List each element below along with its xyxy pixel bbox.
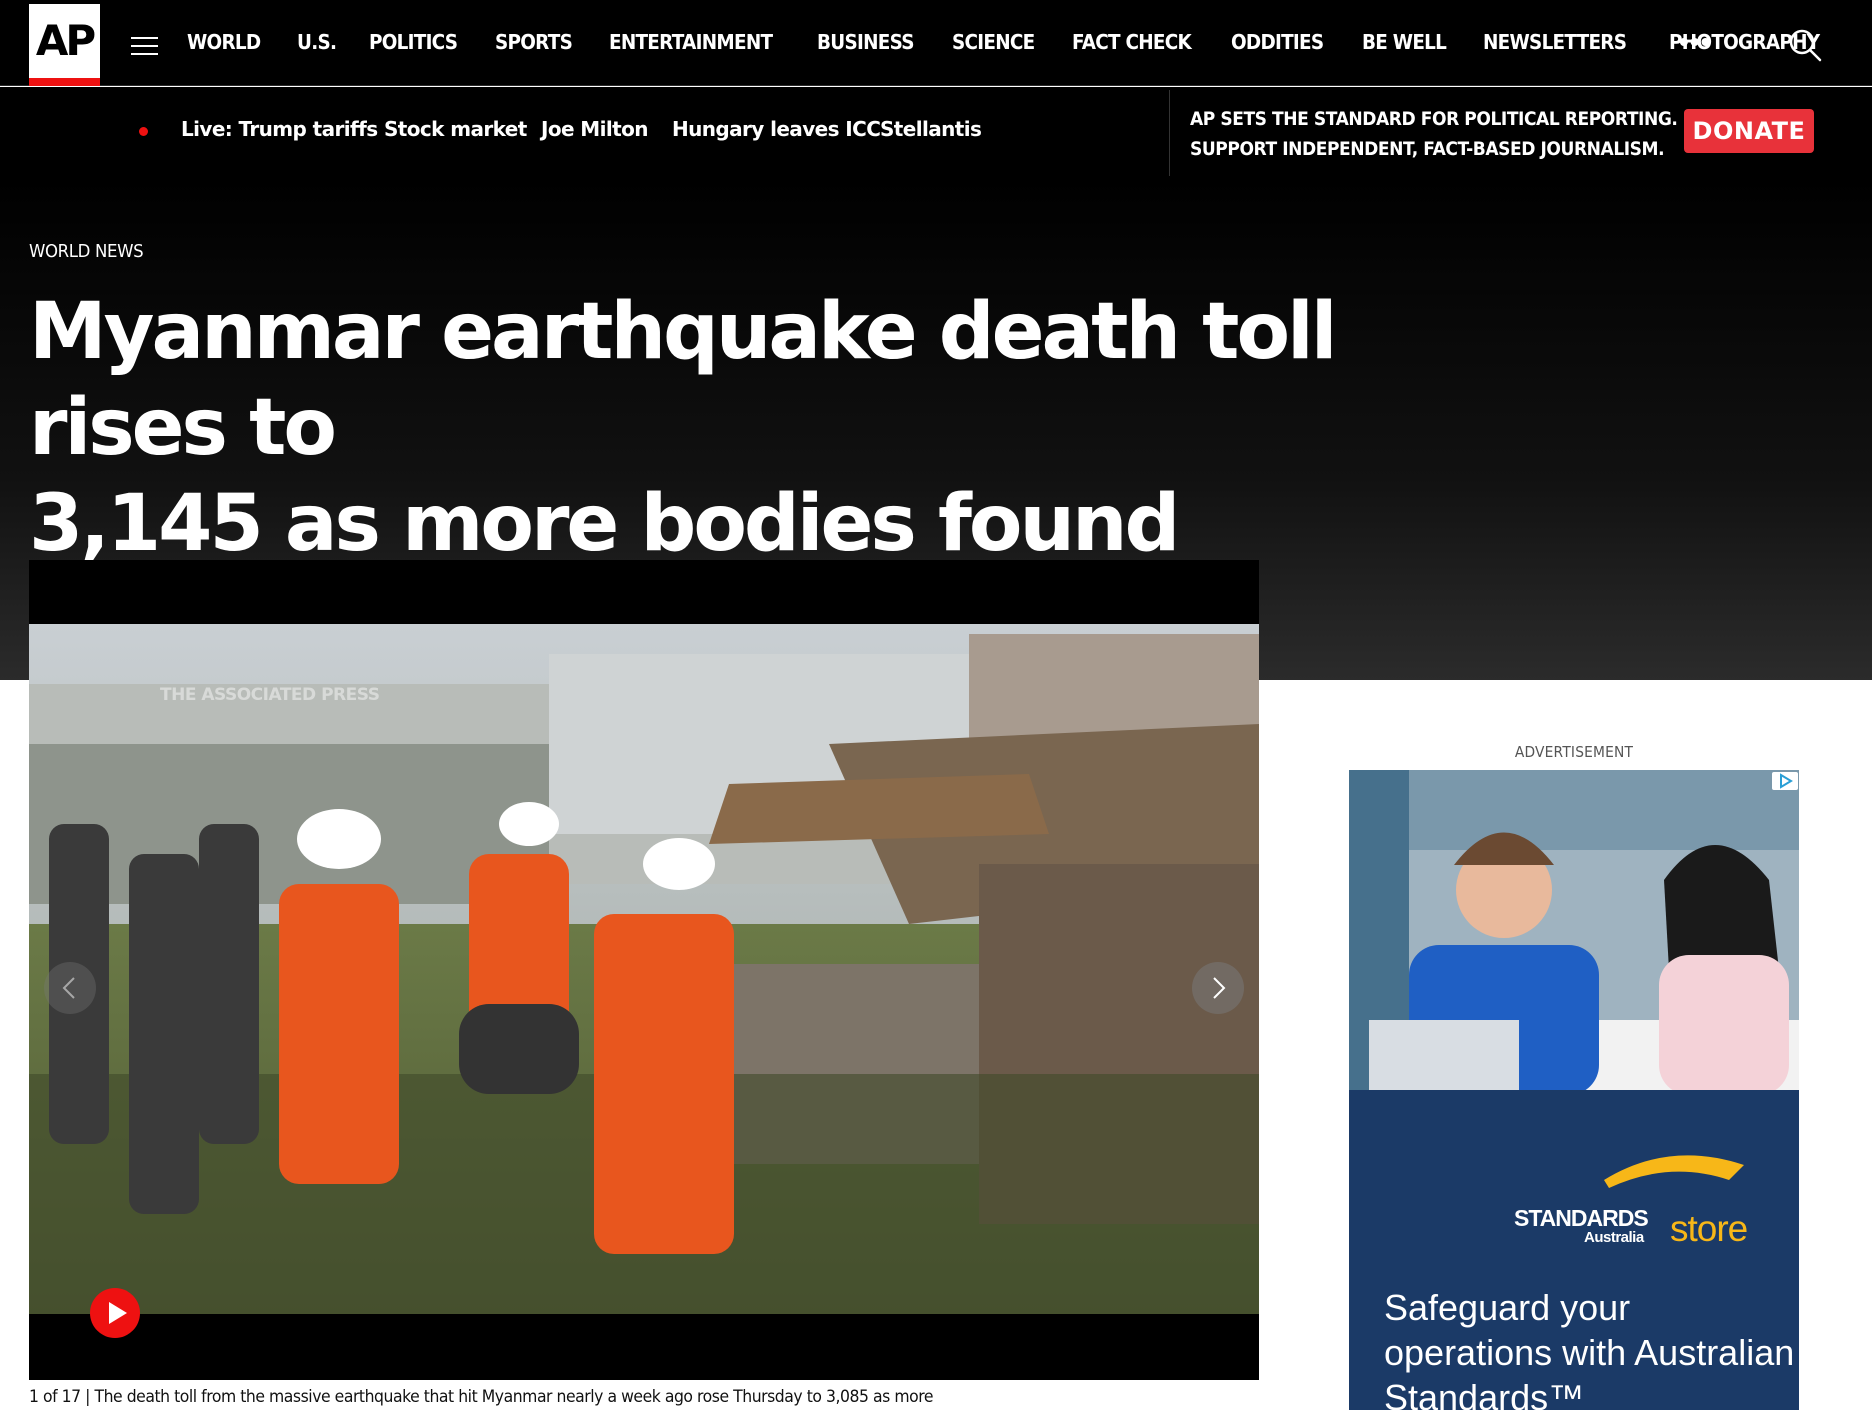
slide-counter: 1 of 17 | <box>29 1387 90 1407</box>
adchoices-icon[interactable] <box>1772 772 1798 790</box>
next-slide-button[interactable] <box>1192 962 1244 1014</box>
headline-line-2: 3,145 as more bodies found <box>29 479 1180 569</box>
trending-link-hungary-icc[interactable]: Hungary leaves ICC <box>672 117 881 141</box>
support-line-2: SUPPORT INDEPENDENT, FACT-BASED JOURNALI… <box>1190 138 1665 160</box>
live-indicator-icon <box>139 127 148 136</box>
caption-text: The death toll from the massive earthqua… <box>94 1387 933 1407</box>
section-label[interactable]: WORLD NEWS <box>29 241 144 262</box>
nav-item-entertainment[interactable]: ENTERTAINMENT <box>609 30 773 54</box>
search-icon[interactable] <box>1788 28 1822 62</box>
logo-text: AP <box>35 16 96 65</box>
more-menu-icon[interactable]: ••• <box>1679 26 1711 58</box>
ad-brand-store: store <box>1670 1208 1748 1249</box>
nav-item-business[interactable]: BUSINESS <box>817 30 915 54</box>
divider <box>1169 90 1170 176</box>
nav-item-us[interactable]: U.S. <box>297 30 337 54</box>
chevron-right-icon <box>1213 977 1226 999</box>
nav-item-science[interactable]: SCIENCE <box>952 30 1035 54</box>
ad-brand-name: STANDARDS <box>1514 1205 1649 1231</box>
support-message: AP SETS THE STANDARD FOR POLITICAL REPOR… <box>1190 104 1678 164</box>
ap-logo[interactable]: AP <box>29 4 100 86</box>
nav-item-fact-check[interactable]: FACT CHECK <box>1072 30 1192 54</box>
top-navigation: AP WORLD U.S. POLITICS SPORTS ENTERTAINM… <box>0 0 1872 86</box>
support-line-1: AP SETS THE STANDARD FOR POLITICAL REPOR… <box>1190 108 1678 130</box>
video-watermark: THE ASSOCIATED PRESS <box>160 685 380 705</box>
nav-item-newsletters[interactable]: NEWSLETTERS <box>1483 30 1627 54</box>
trending-link-trump-tariffs[interactable]: Live: Trump tariffs <box>181 117 378 141</box>
trending-link-stock-market[interactable]: Stock market <box>384 117 527 141</box>
play-button[interactable] <box>90 1288 140 1338</box>
page-title: Myanmar earthquake death toll rises to 3… <box>29 284 1529 572</box>
previous-slide-button[interactable] <box>44 962 96 1014</box>
nav-item-sports[interactable]: SPORTS <box>495 30 573 54</box>
nav-item-oddities[interactable]: ODDITIES <box>1231 30 1324 54</box>
chevron-left-icon <box>62 977 75 999</box>
nav-item-world[interactable]: WORLD <box>187 30 261 54</box>
donate-button[interactable]: DONATE <box>1684 109 1814 153</box>
advertisement-label: ADVERTISEMENT <box>1514 743 1634 761</box>
ad-brand-country: Australia <box>1584 1229 1644 1246</box>
play-icon <box>109 1302 127 1324</box>
main-nav: WORLD U.S. POLITICS SPORTS ENTERTAINMENT… <box>187 30 1862 54</box>
headline-line-1: Myanmar earthquake death toll rises to <box>29 287 1338 473</box>
ad-copy: Safeguard your operations with Australia… <box>1384 1287 1795 1410</box>
lead-video-frame[interactable] <box>29 624 1259 1314</box>
trending-link-stellantis[interactable]: Stellantis <box>880 117 982 141</box>
nav-item-be-well[interactable]: BE WELL <box>1362 30 1447 54</box>
menu-icon[interactable] <box>131 37 158 55</box>
nav-item-politics[interactable]: POLITICS <box>369 30 458 54</box>
trending-link-joe-milton[interactable]: Joe Milton <box>541 117 648 141</box>
media-caption: 1 of 17 | The death toll from the massiv… <box>29 1387 933 1407</box>
